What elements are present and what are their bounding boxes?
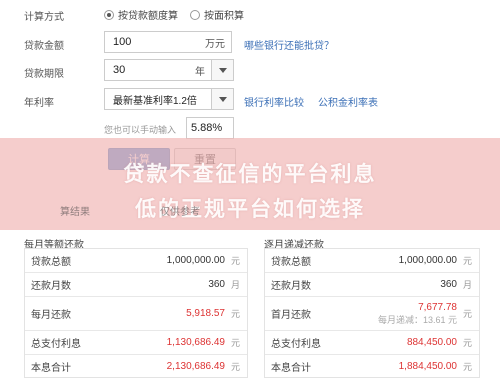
row-value: 1,130,686.49 [166, 337, 225, 348]
row-value: 5,918.57 [186, 308, 225, 319]
row-label: 还款月数 [271, 281, 311, 292]
rate-label: 年利率 [24, 98, 54, 109]
row-value: 1,000,000.00 [398, 255, 457, 266]
row-unit: 元 [231, 256, 241, 266]
row-unit: 元 [463, 256, 473, 266]
row-unit: 月 [463, 280, 473, 290]
method-radio-area-label: 按面积算 [204, 11, 244, 22]
table-row: 本息合计 1,884,450.00 元 [265, 355, 479, 377]
decreasing-table: 贷款总额 1,000,000.00 元 还款月数 360 月 首月还款 7,67… [264, 248, 480, 378]
monthly-decrease-note: 每月递减：13.61 元 [377, 314, 457, 325]
term-value: 30 [113, 64, 126, 76]
term-label: 贷款期限 [24, 69, 64, 80]
which-banks-link[interactable]: 哪些银行还能批贷？ [244, 37, 334, 52]
manual-rate-input[interactable]: 5.88% [186, 117, 234, 139]
table-row: 还款月数 360 月 [265, 273, 479, 297]
method-radio-amount-label: 按贷款额度算 [118, 11, 178, 22]
row-value: 7,677.78 每月递减：13.61 元 [335, 301, 463, 327]
row-unit: 月 [231, 280, 241, 290]
table-row: 本息合计 2,130,686.49 元 [25, 355, 247, 377]
fund-rate-table-link[interactable]: 公积金利率表 [318, 94, 378, 109]
row-value: 1,000,000.00 [166, 255, 225, 266]
amount-label: 贷款金额 [24, 41, 64, 52]
table-row: 还款月数 360 月 [25, 273, 247, 297]
faded-result-label: 算结果 [60, 207, 90, 218]
term-unit: 年 [195, 66, 205, 78]
amount-value: 100 [113, 36, 132, 48]
row-unit: 元 [231, 361, 241, 372]
amount-field[interactable]: 100 万元 [104, 31, 232, 53]
row-unit: 元 [231, 309, 241, 319]
row-unit: 元 [463, 338, 473, 348]
bank-rate-compare-link[interactable]: 银行利率比较 [244, 94, 304, 109]
row-value: 360 [208, 279, 225, 290]
table-row: 贷款总额 1,000,000.00 元 [25, 249, 247, 273]
chevron-down-icon[interactable] [211, 60, 233, 80]
amount-unit: 万元 [205, 38, 225, 50]
method-radio-area[interactable]: 按面积算 [190, 7, 244, 22]
row-value: 360 [440, 279, 457, 290]
manual-rate-value: 5.88% [191, 122, 223, 134]
method-radio-amount[interactable]: 按贷款额度算 [104, 7, 178, 22]
row-label: 总支付利息 [271, 339, 321, 350]
manual-rate-hint: 您也可以手动输入 [104, 125, 177, 135]
rate-select[interactable]: 最新基准利率1.2倍 [104, 88, 234, 110]
row-label: 总支付利息 [31, 339, 81, 350]
faded-reference-label: 仅供参考 [160, 207, 200, 218]
row-label: 还款月数 [31, 281, 71, 292]
rate-select-value: 最新基准利率1.2倍 [113, 95, 197, 107]
row-label: 首月还款 [271, 310, 311, 321]
row-label: 贷款总额 [31, 257, 71, 268]
row-value: 884,450.00 [406, 337, 457, 348]
table-row: 首月还款 7,677.78 每月递减：13.61 元 元 [265, 297, 479, 331]
banner-line1: 贷款不查征信的平台利息 [123, 162, 377, 186]
method-radio-group: 按贷款额度算 按面积算 [104, 7, 244, 22]
term-select[interactable]: 30 年 [104, 59, 234, 81]
table-row: 贷款总额 1,000,000.00 元 [265, 249, 479, 273]
chevron-down-icon[interactable] [211, 89, 233, 109]
table-row: 总支付利息 884,450.00 元 [265, 331, 479, 355]
table-row: 每月还款 5,918.57 元 [25, 297, 247, 331]
equal-installment-table: 贷款总额 1,000,000.00 元 还款月数 360 月 每月还款 5,91… [24, 248, 248, 378]
radio-checked-icon [104, 9, 114, 20]
row-label: 每月还款 [31, 310, 71, 321]
first-month-value: 7,677.78 [418, 301, 457, 313]
row-label: 本息合计 [31, 362, 71, 374]
row-unit: 元 [231, 338, 241, 348]
method-label: 计算方式 [24, 12, 64, 23]
row-label: 本息合计 [271, 362, 311, 374]
row-value: 2,130,686.49 [166, 360, 225, 372]
row-label: 贷款总额 [271, 257, 311, 268]
table-row: 总支付利息 1,130,686.49 元 [25, 331, 247, 355]
row-unit: 元 [463, 309, 473, 319]
row-value: 1,884,450.00 [398, 360, 457, 372]
radio-unchecked-icon [190, 9, 200, 20]
row-unit: 元 [463, 361, 473, 372]
